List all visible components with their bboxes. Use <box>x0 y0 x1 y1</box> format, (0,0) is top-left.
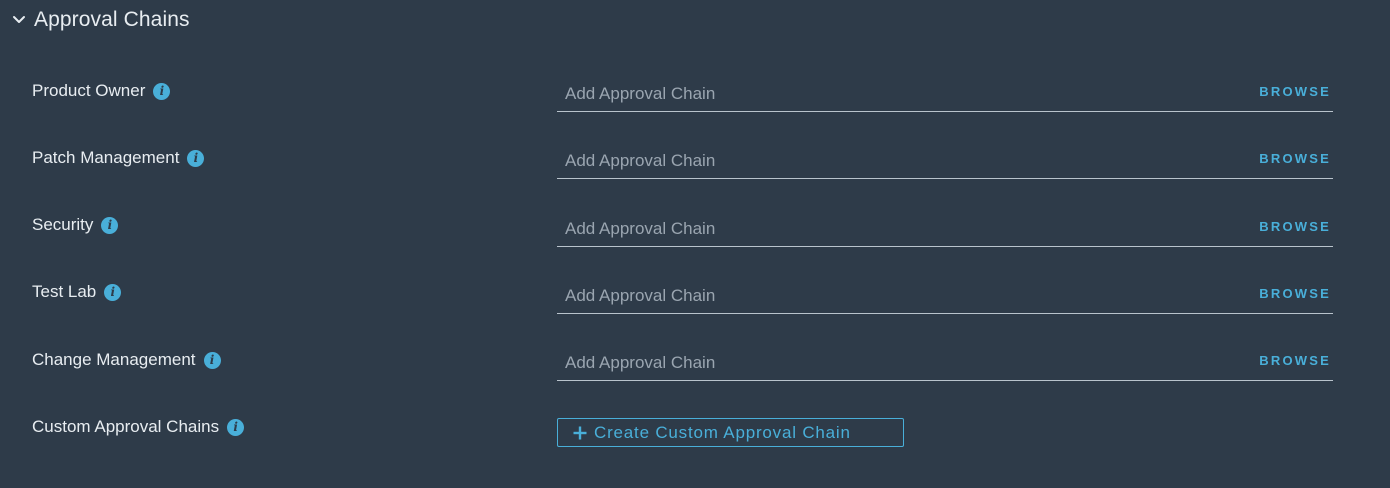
approval-chain-field: BROWSE <box>557 283 1333 314</box>
approval-row-change-management: Change Management i BROWSE <box>0 348 1390 408</box>
approval-chain-input[interactable] <box>565 350 1225 376</box>
info-icon[interactable]: i <box>227 418 245 436</box>
field-label-wrap: Patch Management i <box>32 146 205 170</box>
field-label: Patch Management <box>32 148 180 167</box>
approval-row-security: Security i BROWSE <box>0 213 1390 273</box>
field-label: Change Management <box>32 350 196 369</box>
field-label: Product Owner <box>32 81 146 100</box>
info-icon[interactable]: i <box>153 82 171 100</box>
field-label: Security <box>32 215 94 234</box>
info-icon[interactable]: i <box>203 351 221 369</box>
field-label-wrap: Custom Approval Chains i <box>32 415 245 439</box>
approval-chain-field: BROWSE <box>557 216 1333 247</box>
info-icon[interactable]: i <box>101 216 119 234</box>
browse-button[interactable]: BROWSE <box>1259 151 1331 166</box>
field-label-wrap: Change Management i <box>32 348 221 372</box>
approval-chain-input[interactable] <box>565 283 1225 309</box>
section-title: Approval Chains <box>34 8 190 31</box>
approval-row-test-lab: Test Lab i BROWSE <box>0 280 1390 340</box>
browse-button[interactable]: BROWSE <box>1259 353 1331 368</box>
chevron-down-icon[interactable] <box>10 11 28 29</box>
approval-chain-field: BROWSE <box>557 81 1333 112</box>
approval-row-patch-management: Patch Management i BROWSE <box>0 146 1390 206</box>
field-label-wrap: Security i <box>32 213 119 237</box>
create-custom-approval-chain-button[interactable]: Create Custom Approval Chain <box>557 418 904 447</box>
plus-icon <box>572 425 588 441</box>
browse-button[interactable]: BROWSE <box>1259 84 1331 99</box>
create-button-label: Create Custom Approval Chain <box>594 422 851 442</box>
browse-button[interactable]: BROWSE <box>1259 286 1331 301</box>
approval-chain-input[interactable] <box>565 216 1225 242</box>
field-label: Custom Approval Chains <box>32 417 220 436</box>
approval-chain-field: BROWSE <box>557 148 1333 179</box>
section-header-approval-chains[interactable]: Approval Chains <box>10 6 190 34</box>
field-label-wrap: Product Owner i <box>32 79 171 103</box>
browse-button[interactable]: BROWSE <box>1259 219 1331 234</box>
approval-row-product-owner: Product Owner i BROWSE <box>0 79 1390 139</box>
approval-chain-input[interactable] <box>565 148 1225 174</box>
field-label: Test Lab <box>32 282 97 301</box>
info-icon[interactable]: i <box>187 149 205 167</box>
approval-chain-input[interactable] <box>565 81 1225 107</box>
field-label-wrap: Test Lab i <box>32 280 122 304</box>
approval-chain-field: BROWSE <box>557 350 1333 381</box>
info-icon[interactable]: i <box>104 283 122 301</box>
